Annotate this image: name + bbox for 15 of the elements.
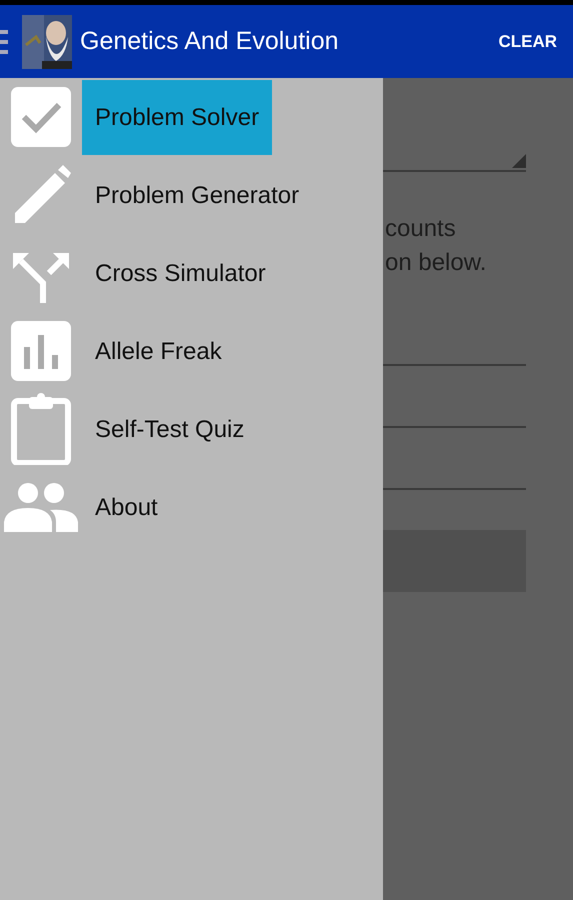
instructions-text: counts bbox=[385, 214, 456, 244]
drawer-item[interactable]: About bbox=[82, 470, 171, 544]
drawer-item[interactable]: Problem Solver bbox=[82, 80, 272, 154]
clipboard-icon bbox=[11, 393, 71, 465]
clear-button[interactable]: CLEAR bbox=[496, 28, 559, 56]
check-icon bbox=[11, 87, 71, 147]
drawer-item[interactable]: Self-Test Quiz bbox=[82, 392, 258, 466]
people-icon bbox=[4, 482, 78, 532]
app-title: Genetics And Evolution bbox=[80, 27, 338, 56]
instructions-text: on below. bbox=[385, 248, 486, 278]
dropdown-arrow-icon bbox=[512, 154, 526, 168]
bar-chart-icon bbox=[11, 321, 71, 381]
drawer-item[interactable]: Allele Freak bbox=[82, 314, 235, 388]
drawer-item[interactable]: Problem Generator bbox=[82, 158, 312, 232]
drawer-item[interactable]: Cross Simulator bbox=[82, 236, 279, 310]
